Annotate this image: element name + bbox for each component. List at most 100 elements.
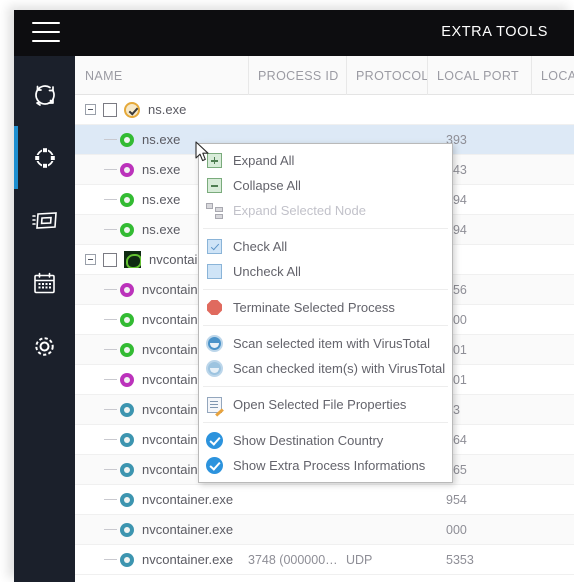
menu-item-label: Scan checked item(s) with VirusTotal bbox=[233, 361, 446, 376]
expand-node-icon bbox=[204, 200, 225, 221]
menu-item-collapse-all[interactable]: Collapse All bbox=[199, 173, 452, 198]
menu-item-show-extra-process-informations[interactable]: Show Extra Process Informations bbox=[199, 453, 452, 478]
sidebar-item-calendar[interactable] bbox=[14, 252, 75, 315]
menu-separator bbox=[203, 325, 448, 326]
virustotal-checked-icon bbox=[204, 358, 225, 379]
dot-green-status-icon bbox=[120, 222, 134, 237]
menu-item-label: Uncheck All bbox=[233, 264, 301, 279]
column-label: NAME bbox=[85, 68, 123, 83]
row-local-port: 954 bbox=[446, 492, 467, 507]
tree-connector bbox=[104, 319, 117, 320]
menu-item-label: Expand Selected Node bbox=[233, 203, 366, 218]
column-label: LOCAL bbox=[541, 68, 574, 83]
table-row[interactable]: nvcontainer.exe 3748 (000000… UDP 5353 bbox=[75, 545, 574, 575]
file-properties-icon bbox=[204, 394, 225, 415]
sidebar bbox=[14, 56, 75, 582]
tree-expander-icon[interactable] bbox=[85, 254, 96, 265]
row-name-label: nvcontainer.exe bbox=[142, 552, 234, 567]
dot-teal-status-icon bbox=[120, 462, 134, 477]
dot-magenta-status-icon bbox=[120, 162, 134, 177]
row-name-cell: ns.exe bbox=[104, 222, 180, 237]
menu-item-label: Terminate Selected Process bbox=[233, 300, 395, 315]
tree-connector bbox=[104, 169, 117, 170]
tree-expander-icon[interactable] bbox=[85, 104, 96, 115]
menu-separator bbox=[203, 386, 448, 387]
column-label: PROCESS ID bbox=[258, 68, 339, 83]
column-header-name[interactable]: NAME bbox=[75, 56, 248, 95]
dot-green-status-icon bbox=[120, 132, 134, 147]
menu-item-expand-all[interactable]: Expand All bbox=[199, 148, 452, 173]
column-header-local[interactable]: LOCAL bbox=[531, 56, 574, 95]
table-row[interactable]: nvcontainer.exe 000 bbox=[75, 515, 574, 545]
dot-magenta-status-icon bbox=[120, 282, 134, 297]
tree-connector bbox=[104, 199, 117, 200]
menu-item-expand-selected-node: Expand Selected Node bbox=[199, 198, 452, 223]
row-protocol: UDP bbox=[346, 552, 373, 567]
menu-item-label: Scan selected item with VirusTotal bbox=[233, 336, 431, 351]
row-checkbox[interactable] bbox=[103, 102, 117, 117]
column-label: LOCAL PORT bbox=[437, 68, 519, 83]
sidebar-item-settings[interactable] bbox=[14, 315, 75, 378]
title-bar: EXTRA TOOLS bbox=[14, 10, 574, 56]
column-header-process-id[interactable]: PROCESS ID bbox=[248, 56, 346, 95]
tree-connector bbox=[104, 469, 117, 470]
menu-item-label: Show Destination Country bbox=[233, 433, 384, 448]
app-window: EXTRA TOOLS NAME PROCESS ID PROTOCOL LOC… bbox=[0, 0, 574, 582]
row-name-label: ns.exe bbox=[148, 102, 187, 117]
tree-connector bbox=[104, 379, 117, 380]
dot-teal-status-icon bbox=[120, 432, 134, 447]
row-name-label: ns.exe bbox=[142, 132, 181, 147]
column-label: PROTOCOL bbox=[356, 68, 429, 83]
menu-item-show-destination-country[interactable]: Show Destination Country bbox=[199, 428, 452, 453]
table-header: NAME PROCESS ID PROTOCOL LOCAL PORT LOCA… bbox=[75, 56, 574, 95]
menu-item-uncheck-all[interactable]: Uncheck All bbox=[199, 259, 452, 284]
terminate-icon bbox=[204, 297, 225, 318]
tree-connector bbox=[104, 529, 117, 530]
row-name-cell: nvcontainer.exe bbox=[104, 522, 233, 537]
menu-item-check-all[interactable]: Check All bbox=[199, 234, 452, 259]
row-local-port: 5353 bbox=[446, 552, 474, 567]
column-header-local-port[interactable]: LOCAL PORT bbox=[427, 56, 531, 95]
dot-teal-status-icon bbox=[120, 522, 134, 537]
dot-teal-status-icon bbox=[120, 552, 134, 567]
dot-green-status-icon bbox=[120, 312, 134, 327]
menu-item-label: Collapse All bbox=[233, 178, 301, 193]
dot-teal-status-icon bbox=[120, 492, 134, 507]
menu-item-terminate-selected-process[interactable]: Terminate Selected Process bbox=[199, 295, 452, 320]
menu-item-open-selected-file-properties[interactable]: Open Selected File Properties bbox=[199, 392, 452, 417]
row-name-label: ns.exe bbox=[142, 162, 181, 177]
menu-separator bbox=[203, 422, 448, 423]
row-name-label: nvcontainer.exe bbox=[142, 492, 234, 507]
sidebar-item-refresh[interactable] bbox=[14, 63, 75, 126]
sidebar-item-connections[interactable] bbox=[14, 126, 75, 189]
tree-connector bbox=[104, 409, 117, 410]
hamburger-menu-icon[interactable] bbox=[32, 22, 60, 44]
sidebar-item-news[interactable] bbox=[14, 189, 75, 252]
menu-separator bbox=[203, 289, 448, 290]
app-nvidia-icon bbox=[124, 251, 141, 268]
row-process-id: 3748 (000000… bbox=[248, 552, 338, 567]
check-all-icon bbox=[204, 236, 225, 257]
app-check-icon bbox=[124, 101, 140, 118]
row-checkbox[interactable] bbox=[103, 252, 117, 267]
row-name-label: nvcontainer.exe bbox=[142, 522, 234, 537]
row-name-cell: ns.exe bbox=[104, 132, 180, 147]
tree-connector bbox=[104, 349, 117, 350]
tree-connector bbox=[104, 499, 117, 500]
column-header-protocol[interactable]: PROTOCOL bbox=[346, 56, 429, 95]
uncheck-all-icon bbox=[204, 261, 225, 282]
menu-item-label: Expand All bbox=[233, 153, 295, 168]
row-name-cell: ns.exe bbox=[85, 101, 187, 118]
row-name-label: ns.exe bbox=[142, 222, 181, 237]
menu-item-scan-selected-item-with-virustotal[interactable]: Scan selected item with VirusTotal bbox=[199, 331, 452, 356]
expand-all-icon bbox=[204, 150, 225, 171]
row-name-cell: ns.exe bbox=[104, 192, 180, 207]
context-menu[interactable]: Expand All Collapse All Expand Selected No… bbox=[198, 143, 453, 483]
dot-magenta-status-icon bbox=[120, 372, 134, 387]
row-name-cell: nvcontainer.exe bbox=[104, 492, 233, 507]
table-row[interactable]: nvcontainer.exe 954 bbox=[75, 485, 574, 515]
menu-item-scan-checked-item-s-with-virustotal[interactable]: Scan checked item(s) with VirusTotal bbox=[199, 356, 452, 381]
row-name-label: ns.exe bbox=[142, 192, 181, 207]
menu-separator bbox=[203, 228, 448, 229]
table-row[interactable]: ns.exe bbox=[75, 95, 574, 125]
